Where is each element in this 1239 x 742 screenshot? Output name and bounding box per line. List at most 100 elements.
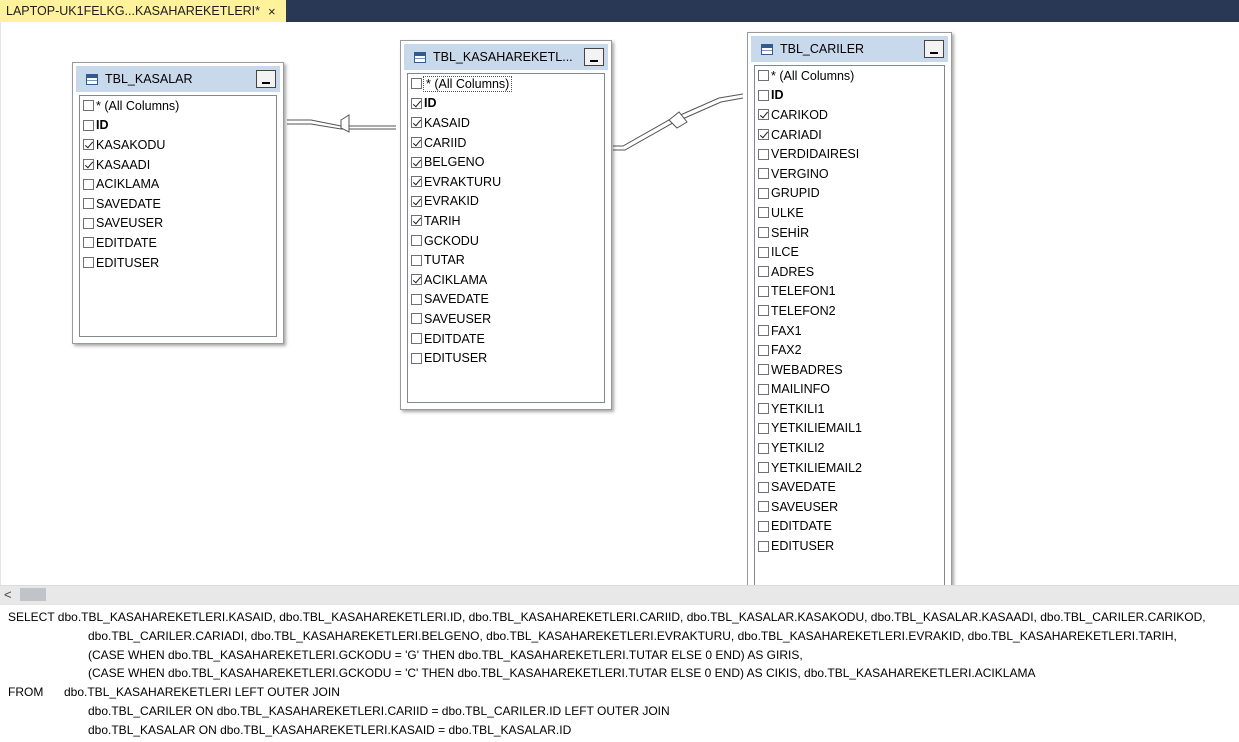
minimize-button[interactable] xyxy=(924,40,944,58)
column-row[interactable]: EDITUSER xyxy=(408,348,604,368)
close-icon[interactable]: × xyxy=(268,4,276,19)
column-list[interactable]: * (All Columns) ID KASAKODU KASAADI ACIKLAMA… xyxy=(79,95,277,337)
column-checkbox[interactable] xyxy=(758,246,769,258)
column-row[interactable]: FAX1 xyxy=(755,321,944,341)
join-line-kasalar-hareketler[interactable] xyxy=(287,114,396,133)
column-checkbox[interactable] xyxy=(411,215,422,227)
minimize-button[interactable] xyxy=(256,70,276,88)
column-row[interactable]: FAX2 xyxy=(755,340,944,360)
column-checkbox[interactable] xyxy=(758,148,769,160)
horizontal-scrollbar[interactable]: < xyxy=(0,585,1239,604)
column-row[interactable]: ADRES xyxy=(755,262,944,282)
column-row[interactable]: VERDIDAIRESI xyxy=(755,144,944,164)
diagram-pane[interactable]: TBL_KASALAR * (All Columns) ID KASAKODU KAS… xyxy=(0,22,1239,596)
column-row[interactable]: * (All Columns) xyxy=(408,74,604,94)
column-row[interactable]: BELGENO xyxy=(408,152,604,172)
column-list[interactable]: * (All Columns) ID CARIKOD CARIADI VERDIDAIR… xyxy=(754,65,945,589)
column-row[interactable]: YETKILI1 xyxy=(755,399,944,419)
column-row[interactable]: TARIH xyxy=(408,211,604,231)
column-checkbox[interactable] xyxy=(758,207,769,219)
column-checkbox[interactable] xyxy=(758,266,769,278)
column-checkbox[interactable] xyxy=(758,70,769,82)
column-row[interactable]: YETKILI2 xyxy=(755,438,944,458)
column-checkbox[interactable] xyxy=(83,159,94,171)
column-row[interactable]: EDITUSER xyxy=(80,253,276,273)
column-row[interactable]: TUTAR xyxy=(408,250,604,270)
column-checkbox[interactable] xyxy=(758,305,769,317)
column-checkbox[interactable] xyxy=(83,119,94,131)
column-row[interactable]: KASAKODU xyxy=(80,135,276,155)
column-row[interactable]: SAVEDATE xyxy=(755,477,944,497)
table-box-kasalar[interactable]: TBL_KASALAR * (All Columns) ID KASAKODU KAS… xyxy=(72,62,284,344)
column-checkbox[interactable] xyxy=(411,235,422,247)
column-checkbox[interactable] xyxy=(411,274,422,286)
column-row[interactable]: YETKILIEMAIL1 xyxy=(755,419,944,439)
column-checkbox[interactable] xyxy=(758,129,769,141)
column-checkbox[interactable] xyxy=(758,462,769,474)
column-checkbox[interactable] xyxy=(758,403,769,415)
tab-query-designer[interactable]: LAPTOP-UK1FELKG...KASAHAREKETLERI* × xyxy=(0,0,286,22)
column-row[interactable]: CARIID xyxy=(408,133,604,153)
column-row[interactable]: SAVEUSER xyxy=(80,214,276,234)
column-row[interactable]: SAVEDATE xyxy=(408,290,604,310)
column-checkbox[interactable] xyxy=(411,97,422,109)
column-checkbox[interactable] xyxy=(758,89,769,101)
column-row[interactable]: MAILINFO xyxy=(755,380,944,400)
column-checkbox[interactable] xyxy=(758,227,769,239)
column-checkbox[interactable] xyxy=(411,195,422,207)
column-checkbox[interactable] xyxy=(758,364,769,376)
column-row[interactable]: KASAID xyxy=(408,113,604,133)
column-row[interactable]: SAVEUSER xyxy=(408,309,604,329)
column-row[interactable]: ACIKLAMA xyxy=(80,174,276,194)
column-checkbox[interactable] xyxy=(758,442,769,454)
column-checkbox[interactable] xyxy=(758,540,769,552)
column-row[interactable]: EDITUSER xyxy=(755,536,944,556)
column-checkbox[interactable] xyxy=(83,100,94,112)
column-row[interactable]: ID xyxy=(408,94,604,114)
column-checkbox[interactable] xyxy=(411,352,422,364)
column-checkbox[interactable] xyxy=(411,156,422,168)
column-row[interactable]: VERGINO xyxy=(755,164,944,184)
scrollbar-thumb[interactable] xyxy=(20,588,46,601)
column-checkbox[interactable] xyxy=(411,117,422,129)
column-checkbox[interactable] xyxy=(758,285,769,297)
column-row[interactable]: EDITDATE xyxy=(80,233,276,253)
table-header[interactable]: TBL_KASAHAREKETL... xyxy=(404,44,608,70)
table-box-cariler[interactable]: TBL_CARILER * (All Columns) ID CARIKOD CARI… xyxy=(747,32,952,596)
column-list[interactable]: * (All Columns) ID KASAID CARIID BELGENO EVRA… xyxy=(407,73,605,403)
column-row[interactable]: ID xyxy=(755,86,944,106)
column-row[interactable]: ULKE xyxy=(755,203,944,223)
column-row[interactable]: TELEFON1 xyxy=(755,282,944,302)
column-checkbox[interactable] xyxy=(411,293,422,305)
table-header[interactable]: TBL_KASALAR xyxy=(76,66,280,92)
column-checkbox[interactable] xyxy=(83,237,94,249)
scroll-left-icon[interactable]: < xyxy=(4,587,12,602)
column-row[interactable]: EDITDATE xyxy=(755,517,944,537)
column-checkbox[interactable] xyxy=(83,217,94,229)
column-checkbox[interactable] xyxy=(758,168,769,180)
column-row[interactable]: ILCE xyxy=(755,242,944,262)
column-row[interactable]: GRUPID xyxy=(755,184,944,204)
column-checkbox[interactable] xyxy=(411,313,422,325)
column-row[interactable]: EVRAKTURU xyxy=(408,172,604,192)
column-row[interactable]: SAVEUSER xyxy=(755,497,944,517)
column-checkbox[interactable] xyxy=(758,422,769,434)
column-checkbox[interactable] xyxy=(83,139,94,151)
column-checkbox[interactable] xyxy=(758,325,769,337)
column-row[interactable]: GCKODU xyxy=(408,231,604,251)
column-checkbox[interactable] xyxy=(411,78,422,90)
column-row[interactable]: SEHİR xyxy=(755,223,944,243)
column-checkbox[interactable] xyxy=(758,520,769,532)
join-line-hareketler-cariler[interactable] xyxy=(613,93,744,151)
column-row[interactable]: CARIKOD xyxy=(755,105,944,125)
column-checkbox[interactable] xyxy=(758,481,769,493)
column-checkbox[interactable] xyxy=(83,198,94,210)
sql-pane[interactable]: SELECT dbo.TBL_KASAHAREKETLERI.KASAID, d… xyxy=(0,604,1239,742)
table-box-kasahareketleri[interactable]: TBL_KASAHAREKETL... * (All Columns) ID KAS… xyxy=(400,40,612,410)
column-row[interactable]: TELEFON2 xyxy=(755,301,944,321)
column-checkbox[interactable] xyxy=(758,344,769,356)
column-row[interactable]: EVRAKID xyxy=(408,192,604,212)
minimize-button[interactable] xyxy=(584,48,604,66)
column-row[interactable]: * (All Columns) xyxy=(755,66,944,86)
column-row[interactable]: CARIADI xyxy=(755,125,944,145)
